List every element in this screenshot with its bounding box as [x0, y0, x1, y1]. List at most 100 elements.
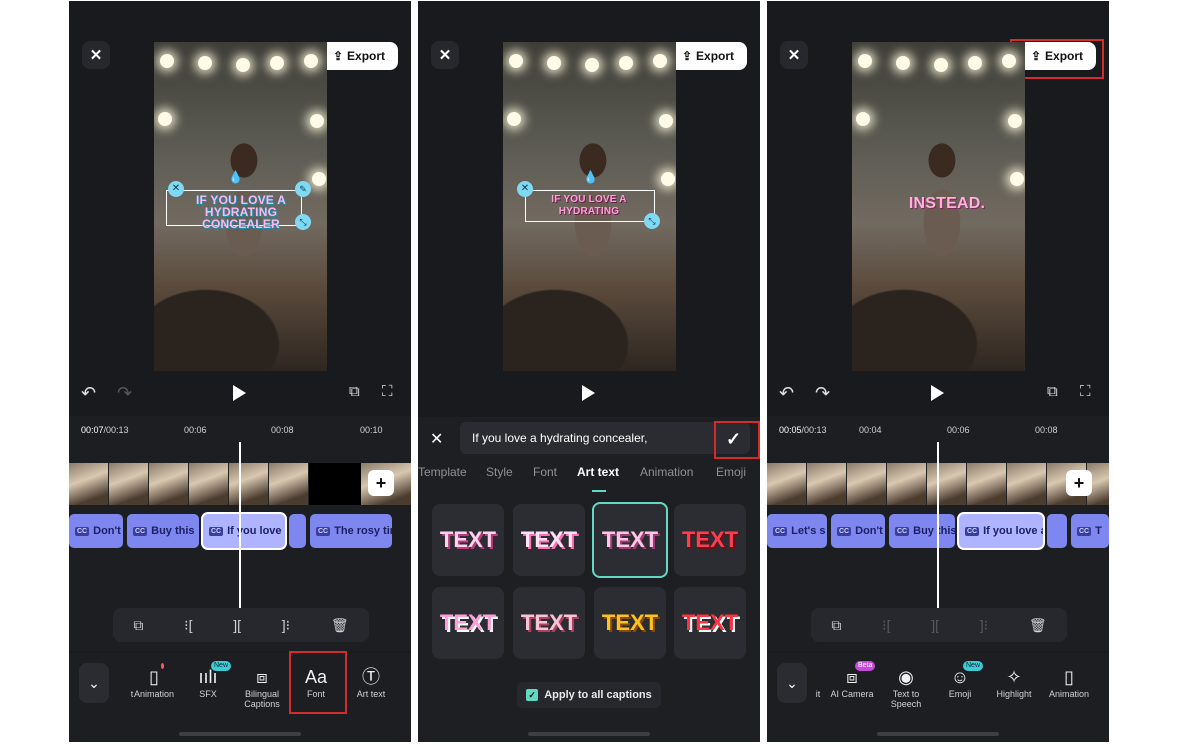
split-left-icon[interactable]: ⁝[ [882, 617, 890, 634]
fullscreen-icon[interactable]: ⛶ [382, 383, 393, 400]
split-right-icon[interactable]: ]⁝ [980, 617, 988, 634]
animation-icon: ▯ [1064, 667, 1074, 687]
playhead[interactable] [937, 442, 939, 608]
tool-ai-camera[interactable]: ⧈ AI Camera Beta [825, 661, 879, 699]
edit-actions-bar: ⧉ ⁝[ ][ ]⁝ 🗑 [811, 608, 1067, 642]
editor-screen-font: ✕ ⇪ Export IF YOU LOVE A HYDRATING CONCEA… [69, 1, 411, 742]
apply-all-toggle[interactable]: ✓ Apply to all captions [517, 682, 661, 708]
caption-clip[interactable]: CC Buy this [889, 514, 955, 548]
caption-edit-icon[interactable]: ✎ [295, 181, 311, 197]
art-text-preset-selected[interactable]: TEXT [592, 502, 668, 578]
tab-font[interactable]: Font [533, 465, 557, 479]
close-button[interactable]: ✕ [431, 41, 459, 69]
caption-clip[interactable]: CC Don't [831, 514, 885, 548]
tab-art-text[interactable]: Art text [577, 465, 619, 479]
tab-style[interactable]: Style [486, 465, 513, 479]
close-button[interactable]: ✕ [780, 41, 808, 69]
caption-art-text: INSTEAD. [908, 195, 986, 212]
sparkle-icon: ✧ [1006, 667, 1022, 687]
caption-art-text: IF YOU LOVE A HYDRATING CONCEALER [196, 193, 286, 231]
caption-delete-icon[interactable]: ✕ [168, 181, 184, 197]
tool-animation[interactable]: ▯ Animation [127, 663, 181, 699]
tool-bilingual-captions[interactable]: ⧈ Bilingual Captions [235, 665, 289, 709]
tick-label: 00:06 [947, 425, 970, 435]
caption-clip-selected[interactable]: CC If you love [203, 514, 285, 548]
redo-icon[interactable]: ↷ [815, 383, 830, 404]
fullscreen-icon[interactable]: ⛶ [1080, 383, 1091, 400]
art-text-preset[interactable]: TEXT [594, 587, 666, 659]
caption-clip[interactable]: CC Buy this [127, 514, 199, 548]
video-preview[interactable]: IF YOU LOVE A HYDRATING CONCEALER ✕ ✎ ⤡ 💧 [154, 42, 327, 371]
caption-track: CC Don't CC Buy this CC If you love CC The r… [69, 514, 392, 550]
caption-clip[interactable]: CC Let's s [767, 514, 827, 548]
delete-icon[interactable]: 🗑 [1029, 617, 1047, 634]
art-text-preset[interactable]: TEXT [513, 504, 585, 576]
play-icon[interactable] [233, 385, 246, 401]
video-preview[interactable]: IF YOU LOVE A HYDRATING ✕ ⤡ 💧 [503, 42, 676, 371]
add-clip-button[interactable]: + [1066, 470, 1092, 496]
close-sheet-icon[interactable]: ✕ [430, 429, 443, 449]
tool-text-to-speech[interactable]: ◉ Text to Speech [879, 665, 933, 709]
caption-delete-icon[interactable]: ✕ [517, 181, 533, 197]
home-indicator [877, 732, 999, 736]
caption-clip[interactable]: CC Don't [69, 514, 123, 548]
tab-animation[interactable]: Animation [640, 465, 693, 479]
caption-resize-icon[interactable]: ⤡ [295, 214, 311, 230]
editor-screen-export: ✕ ⇪ Export INSTEAD. ↶ ↷ ⧉ ⛶ 00:05/00:13 … [767, 1, 1109, 742]
caption-resize-icon[interactable]: ⤡ [644, 213, 660, 229]
delete-icon[interactable]: 🗑 [331, 617, 349, 634]
tick-label: 00:06 [184, 425, 207, 435]
art-text-preset[interactable]: TEXT [513, 587, 585, 659]
close-button[interactable]: ✕ [82, 41, 110, 69]
bottom-toolbar: ⌄ it ⧈ AI Camera Beta ◉ Text to Speech ☺ Emo… [767, 653, 1109, 742]
undo-icon[interactable]: ↶ [81, 383, 96, 404]
caption-clip[interactable]: CC T [1071, 514, 1109, 548]
caption-text-input[interactable]: If you love a hydrating concealer, [460, 422, 750, 454]
play-icon[interactable] [582, 385, 595, 401]
art-text-preset[interactable]: TEXT [674, 504, 746, 576]
art-text-icon: Ⓣ [362, 667, 380, 687]
redo-icon[interactable]: ↷ [117, 383, 132, 404]
tool-emoji[interactable]: ☺ Emoji New [933, 661, 987, 699]
split-icon[interactable]: ][ [931, 617, 939, 633]
text-to-speech-icon: ◉ [898, 667, 914, 687]
tool-animation[interactable]: ▯ Animation [1042, 665, 1096, 699]
tool-highlight[interactable]: ✧ Highlight [987, 665, 1041, 699]
art-text-preset[interactable]: TEXT [432, 504, 504, 576]
add-clip-button[interactable]: + [368, 470, 394, 496]
compare-icon[interactable]: ⧉ [349, 383, 360, 400]
tab-emoji[interactable]: Emoji [716, 465, 746, 479]
split-right-icon[interactable]: ]⁝ [282, 617, 290, 634]
video-preview[interactable]: INSTEAD. [852, 42, 1025, 371]
export-icon: ⇪ [681, 49, 693, 63]
caption-clip[interactable] [289, 514, 306, 548]
tick-label: 00:08 [1035, 425, 1058, 435]
caption-clip[interactable] [1047, 514, 1067, 548]
timecode: 00:05/00:13 [779, 425, 827, 435]
export-button[interactable]: ⇪ Export [669, 42, 747, 70]
caption-clip-selected[interactable]: CC If you love a [959, 514, 1043, 548]
style-tabs: Template Style Font Art text Animation E… [418, 465, 760, 492]
split-left-icon[interactable]: ⁝[ [184, 617, 192, 634]
highlight-box [714, 421, 760, 459]
duplicate-icon[interactable]: ⧉ [831, 617, 841, 634]
art-text-preset[interactable]: TEXT [432, 587, 504, 659]
play-icon[interactable] [931, 385, 944, 401]
art-text-preset[interactable]: TEXT [674, 587, 746, 659]
tool-sfx[interactable]: ıılı SFX New [181, 661, 235, 699]
checkbox-checked-icon[interactable]: ✓ [526, 689, 539, 701]
compare-icon[interactable]: ⧉ [1047, 383, 1058, 400]
apply-all-label: Apply to all captions [544, 689, 652, 701]
undo-icon[interactable]: ↶ [779, 383, 794, 404]
export-label: Export [347, 49, 386, 63]
duplicate-icon[interactable]: ⧉ [133, 617, 143, 634]
split-icon[interactable]: ][ [233, 617, 241, 633]
caption-clip[interactable]: CC The rosy tir [310, 514, 392, 548]
playhead[interactable] [239, 442, 241, 608]
export-button[interactable]: ⇪ Export [320, 42, 398, 70]
animation-icon: ▯ [149, 667, 159, 687]
export-label: Export [696, 49, 735, 63]
tab-template[interactable]: Template [418, 465, 467, 479]
tool-art-text[interactable]: Ⓣ Art text [344, 665, 398, 699]
tick-label: 00:10 [360, 425, 383, 435]
